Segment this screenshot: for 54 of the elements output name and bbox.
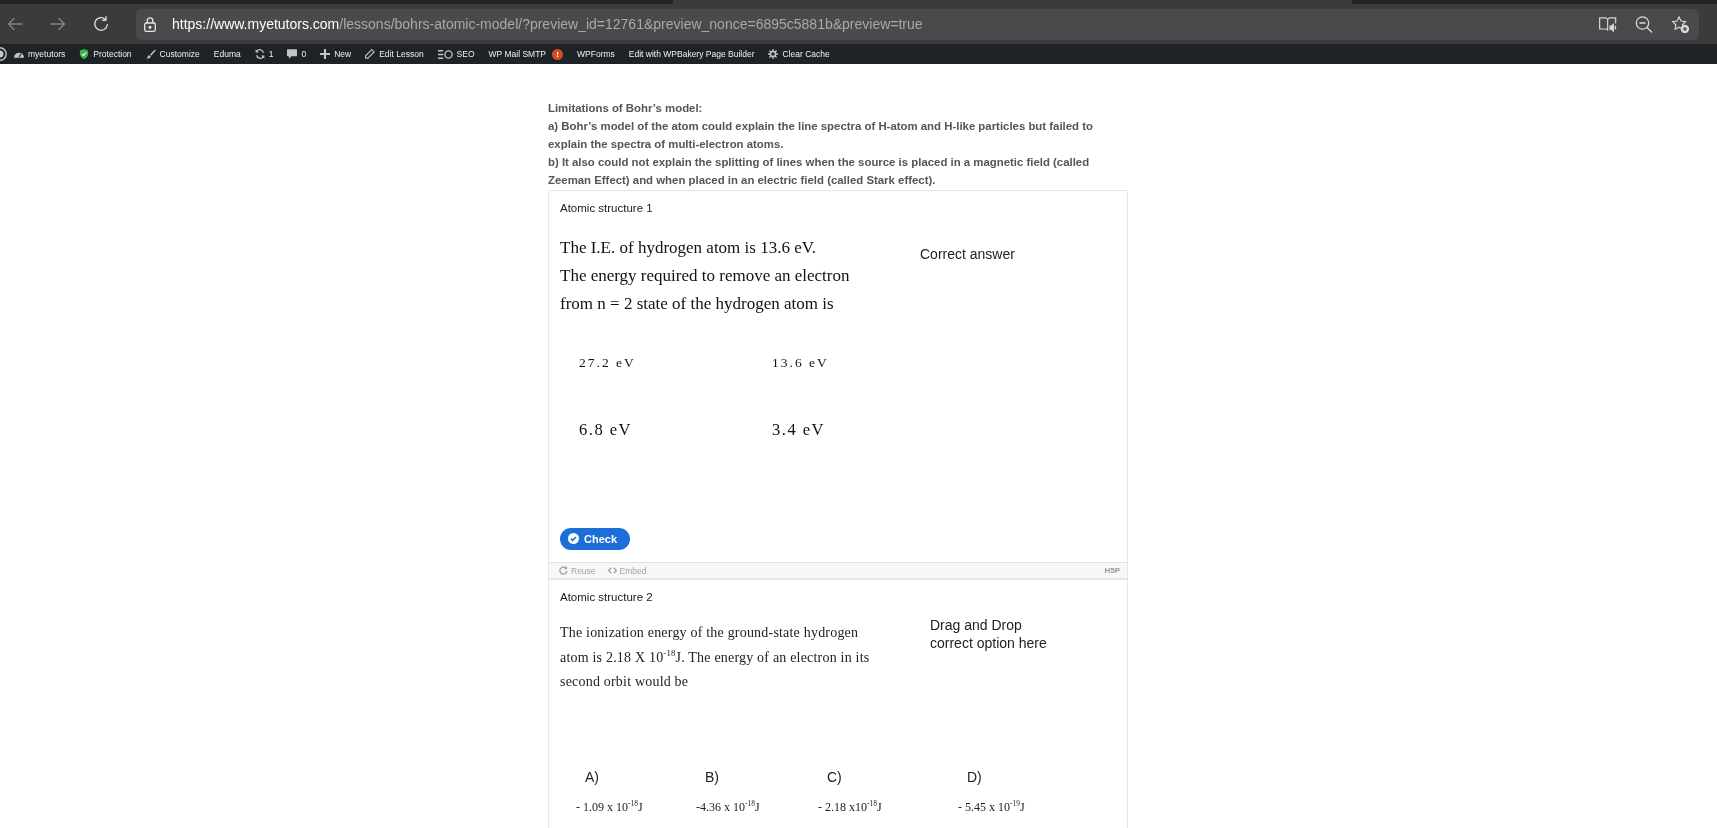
admin-menu-item[interactable]: Edit Lesson (358, 44, 431, 64)
option-label: D) (967, 769, 982, 785)
admin-menu-item[interactable]: Eduma (206, 44, 248, 64)
answer-option[interactable]: -4.36 x 10$^{-18}$J (696, 799, 760, 815)
shield-check-icon (79, 49, 90, 59)
answer-option[interactable]: - 1.09 x 10$^{-18}$J (576, 799, 643, 815)
admin-menu-item[interactable]: New (313, 44, 359, 64)
option-label: B) (705, 769, 719, 785)
answer-option[interactable]: - 5.45 x 10$^{-19}$J (958, 799, 1025, 815)
question-text: The ionization energy of the ground-state hydrogen atom is 2.18 X 10$^{-18}$J. The energy of an electron in its second orbit would be (560, 624, 870, 691)
option-label: C) (827, 769, 842, 785)
admin-menu-item[interactable]: Customize (138, 44, 207, 64)
lock-icon[interactable] (144, 16, 156, 32)
pencil-icon (365, 49, 376, 59)
code-brackets-icon (607, 566, 617, 575)
circle-logo-icon[interactable] (0, 47, 7, 61)
check-circle-icon (568, 533, 579, 544)
question-text: The I.E. of hydrogen atom is 13.6 eV. The energy required to remove an electron from n = 2 state of the hydrogen atom is (560, 237, 850, 315)
admin-menu-item[interactable]: WPForms (570, 44, 622, 64)
option-label: A) (585, 769, 599, 785)
admin-menu-item[interactable]: Clear Cache (761, 44, 837, 64)
circular-arrow-icon (559, 566, 568, 575)
refresh-icon[interactable] (93, 16, 109, 32)
admin-menu-item[interactable]: 1 (247, 44, 281, 64)
admin-menu-item[interactable]: WP Mail SMTP ! (481, 44, 571, 64)
admin-menu-item[interactable]: SEO (430, 44, 482, 64)
drop-zone-label[interactable]: Drag and Drop correct option here (930, 616, 1055, 652)
notification-badge: ! (552, 48, 564, 60)
gear-icon (768, 49, 779, 59)
lines-circle-icon (437, 49, 453, 59)
check-button[interactable]: Check (560, 527, 631, 550)
admin-menu-item[interactable]: Edit with WPBakery Page Builder (621, 44, 762, 64)
star-plus-icon[interactable] (1671, 15, 1689, 33)
book-speaker-icon[interactable] (1599, 15, 1617, 33)
answer-option[interactable]: - 2.18 x10$^{-18}$J (818, 799, 882, 815)
update-arrows-icon (254, 49, 265, 59)
admin-menu-item[interactable]: myetutors (7, 44, 73, 64)
activity-title: Atomic structure 2 (560, 590, 653, 604)
answer-option[interactable]: 13.6 eV (772, 355, 829, 371)
brush-icon (145, 49, 156, 59)
lesson-paragraph: a) Bohr’s model of the atom could explain the line spectra of H-atom and H-like particles but failed to explain the spectra of multi-electron atoms. (548, 119, 1094, 152)
speech-bubble-icon (287, 49, 298, 59)
address-bar[interactable]: https://www.myetutors.com/lessons/bohrs-atomic-model/?preview_id=12761&preview_nonce=6895c5881b&preview=true (136, 8, 1699, 40)
answer-option[interactable]: 3.4 eV (772, 420, 825, 440)
admin-menu-item[interactable]: 0 (280, 44, 314, 64)
answer-option[interactable]: 27.2 eV (579, 355, 636, 371)
activity-title: Atomic structure 1 (560, 201, 653, 215)
lesson-paragraph: b) It also could not explain the splitting of lines when the source is placed in a magnetic field (called Zeeman Effect) and when placed in an electric field (called Stark effect). (548, 155, 1091, 188)
lesson-heading: Limitations of Bohr’s model: (548, 101, 704, 116)
answer-option[interactable]: 6.8 eV (579, 420, 632, 440)
plus-icon (320, 49, 331, 59)
zoom-out-icon[interactable] (1635, 15, 1653, 33)
admin-menu-item[interactable]: Protection (72, 44, 139, 64)
drop-zone-label[interactable]: Correct answer (920, 246, 1015, 263)
